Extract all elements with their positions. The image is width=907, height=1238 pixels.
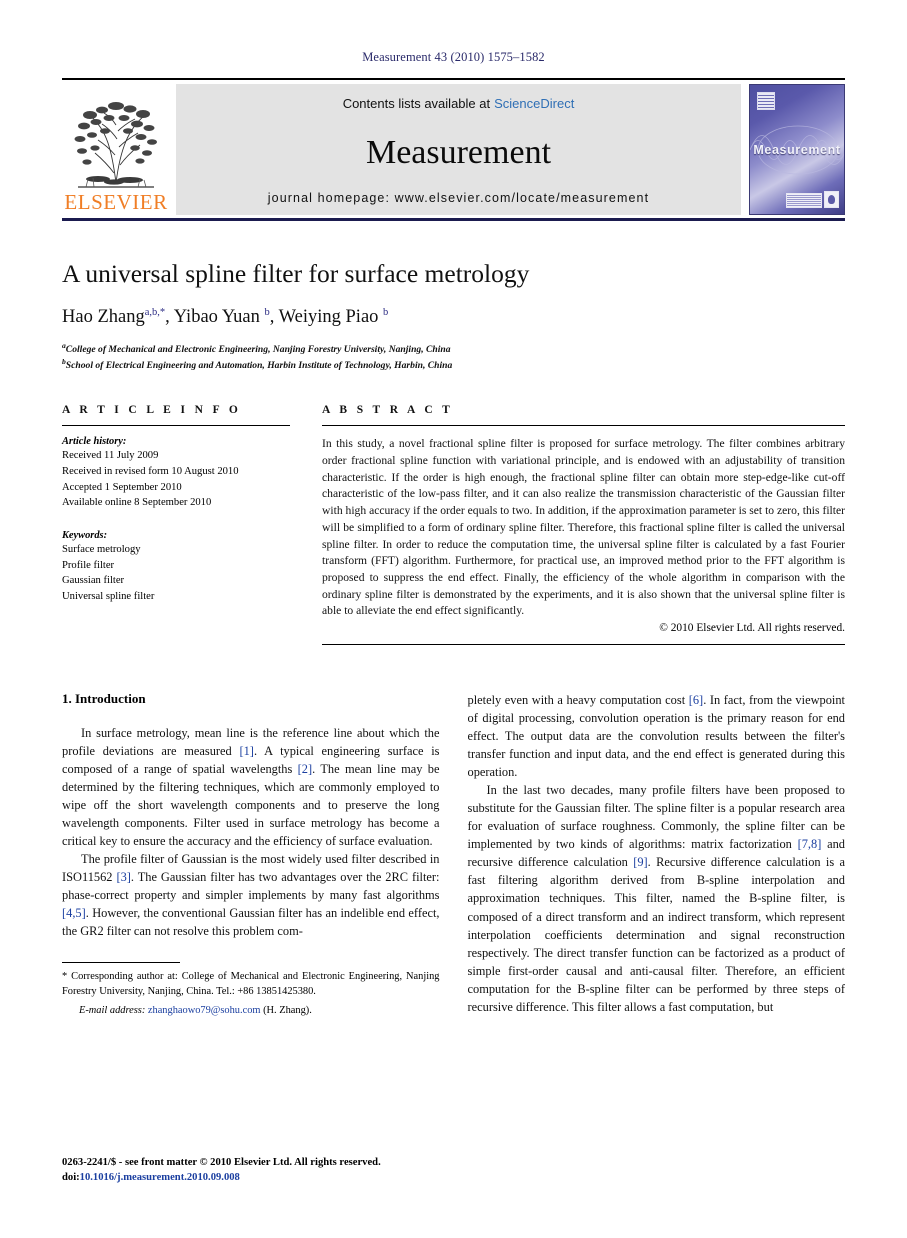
citation-link[interactable]: [6] bbox=[689, 693, 703, 707]
author-affil-marker[interactable]: b bbox=[265, 306, 270, 317]
article-info-column: A R T I C L E I N F O Article history: R… bbox=[62, 404, 290, 645]
body-paragraph: The profile filter of Gaussian is the mo… bbox=[62, 852, 440, 939]
body-column-right: pletely even with a heavy computation co… bbox=[468, 691, 846, 1016]
article-info-heading: A R T I C L E I N F O bbox=[62, 404, 242, 417]
running-head: Measurement 43 (2010) 1575–1582 bbox=[362, 50, 545, 64]
history-item: Available online 8 September 2010 bbox=[62, 497, 212, 509]
abstract-heading: A B S T R A C T bbox=[322, 404, 454, 417]
elsevier-wordmark: ELSEVIER bbox=[64, 190, 168, 214]
history-item: Accepted 1 September 2010 bbox=[62, 481, 182, 493]
journal-title: Measurement bbox=[365, 134, 552, 171]
article-history-list: Received 11 July 2009 Received in revise… bbox=[62, 448, 290, 511]
footnote-area: * Corresponding author at: College of Me… bbox=[62, 962, 440, 1016]
journal-homepage[interactable]: journal homepage: www.elsevier.com/locat… bbox=[268, 191, 649, 205]
info-abstract-row: A R T I C L E I N F O Article history: R… bbox=[62, 404, 845, 645]
author-list: Hao Zhanga,b,*, Yibao Yuan b, Weiying Pi… bbox=[62, 306, 389, 327]
corresponding-author-note: * Corresponding author at: College of Me… bbox=[62, 971, 440, 998]
cover-journal-title: Measurement bbox=[753, 143, 841, 157]
history-item: Received 11 July 2009 bbox=[62, 450, 159, 462]
cover-publisher-icon bbox=[824, 191, 839, 208]
affiliation-list: aCollege of Mechanical and Electronic En… bbox=[62, 341, 845, 373]
issn-line: 0263-2241/$ - see front matter © 2010 El… bbox=[62, 1157, 381, 1169]
body-columns: 1. Introduction In surface metrology, me… bbox=[62, 691, 845, 1016]
article-history-label: Article history: bbox=[62, 436, 127, 448]
keyword-item: Universal spline filter bbox=[62, 591, 155, 603]
paper-page: Measurement 43 (2010) 1575–1582 ELSEVIER… bbox=[0, 0, 907, 1238]
body-column-left: 1. Introduction In surface metrology, me… bbox=[62, 691, 440, 1016]
divider bbox=[322, 643, 845, 645]
author-affil-marker[interactable]: b bbox=[383, 306, 388, 317]
email-note: E-mail address: zhanghaowo79@sohu.com (H… bbox=[62, 1005, 440, 1016]
keyword-item: Profile filter bbox=[62, 559, 115, 571]
citation-link[interactable]: [7,8] bbox=[798, 837, 822, 851]
affiliation-item: bSchool of Electrical Engineering and Au… bbox=[62, 357, 845, 373]
author-name: Hao Zhang bbox=[62, 306, 145, 327]
cover-logo-icon bbox=[757, 92, 775, 110]
divider bbox=[62, 425, 290, 427]
author-name: Yibao Yuan bbox=[173, 306, 260, 327]
email-label: E-mail address: bbox=[79, 1004, 146, 1016]
divider bbox=[322, 425, 845, 427]
citation-link[interactable]: [4,5] bbox=[62, 906, 86, 920]
footnote-divider bbox=[62, 962, 180, 964]
author-affil-marker[interactable]: a,b,* bbox=[145, 306, 165, 317]
author-name: Weiying Piao bbox=[278, 306, 379, 327]
abstract-column: A B S T R A C T In this study, a novel f… bbox=[322, 404, 845, 645]
affiliation-item: aCollege of Mechanical and Electronic En… bbox=[62, 341, 845, 357]
abstract-text: In this study, a novel fractional spline… bbox=[322, 437, 845, 618]
contents-available-text: Contents lists available at bbox=[342, 96, 491, 111]
title-block: A universal spline filter for surface me… bbox=[62, 259, 845, 372]
doi-link[interactable]: 10.1016/j.measurement.2010.09.008 bbox=[80, 1172, 240, 1183]
elsevier-tree-icon bbox=[74, 102, 157, 188]
email-link[interactable]: zhanghaowo79@sohu.com bbox=[148, 1005, 261, 1016]
keywords-label: Keywords: bbox=[62, 530, 108, 542]
cover-footer bbox=[786, 191, 839, 208]
citation-link[interactable]: [1] bbox=[239, 744, 253, 758]
sciencedirect-link[interactable]: ScienceDirect bbox=[494, 96, 574, 111]
journal-masthead: ELSEVIER Contents lists available at Sci… bbox=[62, 78, 845, 221]
affiliation-text: College of Mechanical and Electronic Eng… bbox=[65, 343, 451, 355]
history-item: Received in revised form 10 August 2010 bbox=[62, 466, 239, 478]
contents-available-line: Contents lists available at ScienceDirec… bbox=[343, 95, 575, 113]
imprint-block: 0263-2241/$ - see front matter © 2010 El… bbox=[62, 1156, 381, 1186]
citation-link[interactable]: [2] bbox=[298, 762, 312, 776]
body-paragraph: In the last two decades, many profile fi… bbox=[467, 783, 846, 1014]
citation-link[interactable]: [3] bbox=[116, 870, 130, 884]
doi-prefix: doi: bbox=[62, 1172, 80, 1184]
body-paragraph: In surface metrology, mean line is the r… bbox=[62, 725, 440, 849]
email-suffix: (H. Zhang). bbox=[263, 1004, 312, 1016]
elsevier-logo: ELSEVIER bbox=[62, 84, 170, 215]
cover-barcode-icon bbox=[786, 193, 822, 208]
section-heading-introduction: 1. Introduction bbox=[62, 690, 146, 706]
doi-line: doi:10.1016/j.measurement.2010.09.008 bbox=[62, 1171, 381, 1186]
keywords-list: Surface metrology Profile filter Gaussia… bbox=[62, 542, 290, 605]
citation-link[interactable]: [9] bbox=[633, 855, 647, 869]
abstract-copyright: © 2010 Elsevier Ltd. All rights reserved… bbox=[659, 621, 845, 634]
article-title: A universal spline filter for surface me… bbox=[62, 259, 530, 288]
journal-band: Contents lists available at ScienceDirec… bbox=[176, 84, 741, 215]
keyword-item: Surface metrology bbox=[62, 544, 141, 556]
keyword-item: Gaussian filter bbox=[62, 575, 125, 587]
affiliation-text: School of Electrical Engineering and Aut… bbox=[65, 359, 453, 371]
body-paragraph: pletely even with a heavy computation co… bbox=[467, 692, 846, 780]
journal-cover-thumbnail: Measurement bbox=[749, 84, 845, 215]
